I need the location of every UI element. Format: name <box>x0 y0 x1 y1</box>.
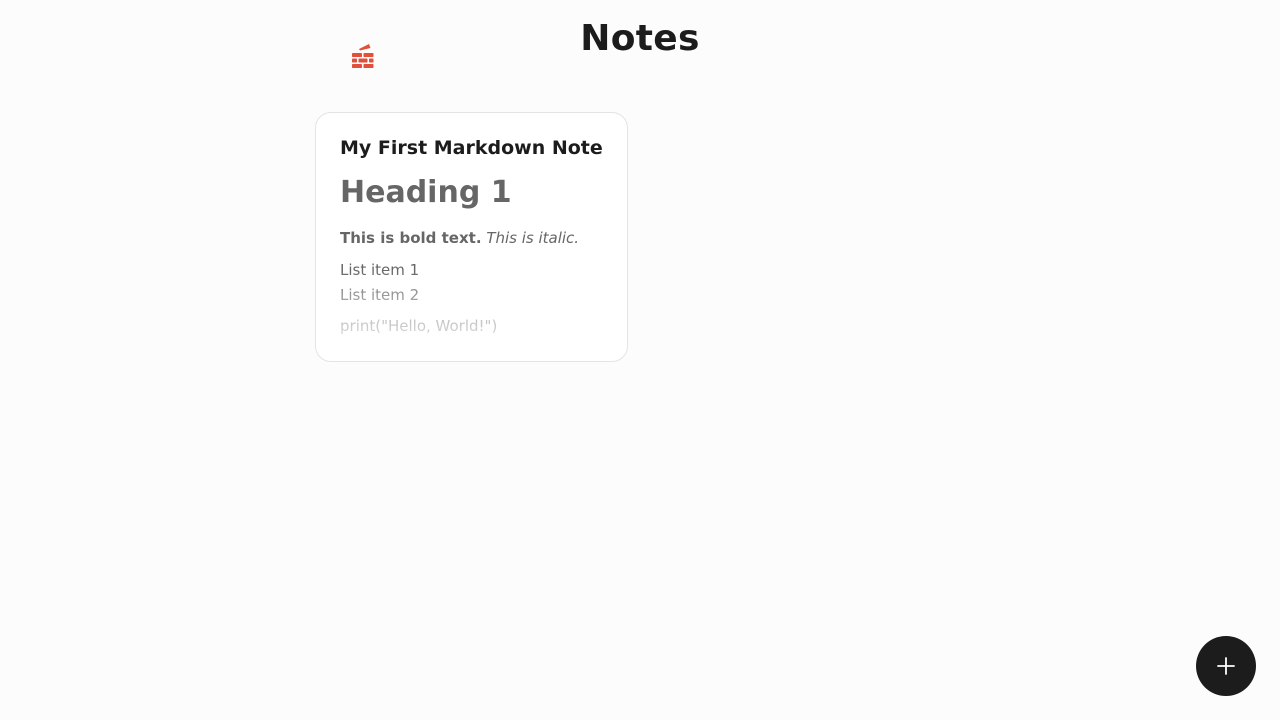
preview-italic-text: This is italic. <box>486 229 580 247</box>
preview-heading: Heading 1 <box>340 175 512 210</box>
note-title: My First Markdown Note <box>340 137 603 159</box>
note-preview: Heading 1 This is bold text. This is ita… <box>340 175 603 361</box>
page-title: Notes <box>580 18 700 59</box>
preview-list: List item 1 List item 2 <box>340 258 603 308</box>
note-card[interactable]: My First Markdown Note Heading 1 This is… <box>315 112 628 362</box>
plus-icon <box>1217 657 1235 675</box>
add-note-button[interactable] <box>1196 636 1256 696</box>
preview-list-item: List item 2 <box>340 286 420 304</box>
preview-code: print("Hello, World!") <box>340 317 498 335</box>
preview-list-item: List item 1 <box>340 261 420 279</box>
preview-bold-text: This is bold text. <box>340 229 482 247</box>
notes-app: Notes My First Markdown Note Heading 1 T… <box>0 0 1280 720</box>
preview-paragraph: This is bold text. This is italic. <box>340 227 603 249</box>
